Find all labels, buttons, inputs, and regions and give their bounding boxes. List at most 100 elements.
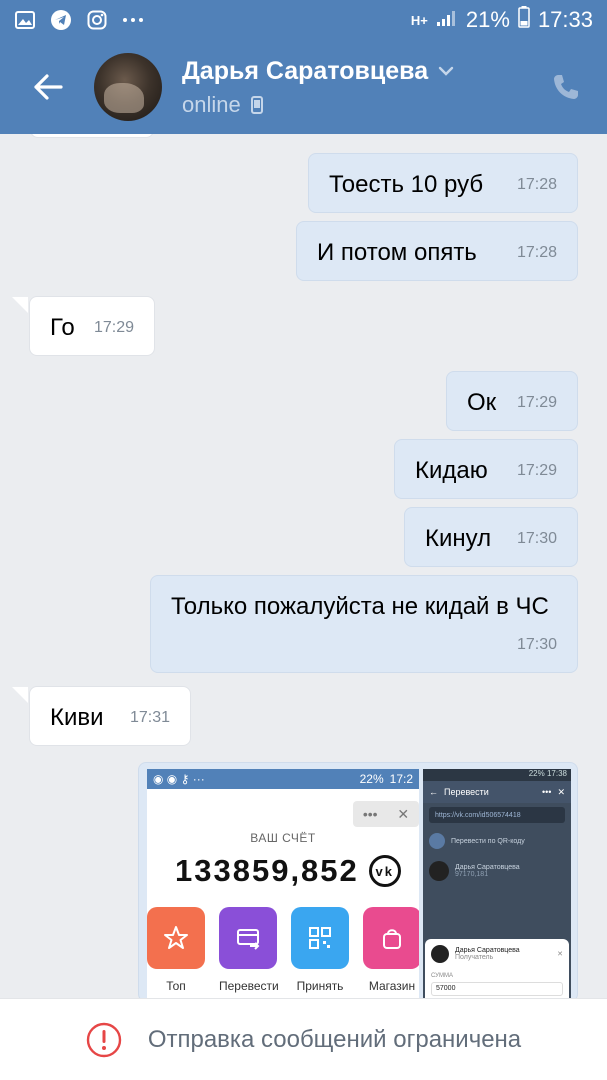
instagram-icon [86,9,108,31]
mobile-icon [250,95,263,114]
message-bubble[interactable]: Тоесть 10 руб 17:28 [308,153,578,213]
message-bubble[interactable]: Кидаю 17:29 [394,439,578,499]
inner-header: ← Перевести ••• ✕ [423,781,571,803]
tile-label: Перевести [219,979,279,993]
transfer-icon [219,907,277,969]
inner-contact-row: Дарья Саратовцева 97170,181 [423,855,571,887]
message-text: Кидаю [415,457,488,484]
balance-value: 133859,852 [175,853,359,888]
inner-popup-menu: ••• ✕ [353,801,419,827]
account-label: ВАШ СЧЁТ [250,831,316,845]
tile-label: Топ [166,979,186,993]
message-time: 17:28 [516,176,557,193]
network-type: H+ [410,12,428,28]
attachment-screenshot-1[interactable]: ◉ ◉ ⚷ ··· 22% 17:2 ••• ✕ ВАШ СЧЁТ 133859… [147,769,419,998]
tile-label: Магазин [368,979,416,993]
inner-time: 17:2 [389,772,413,786]
inner-status-bar: ◉ ◉ ⚷ ··· 22% 17:2 [147,769,419,789]
message-time: 17:29 [516,462,557,479]
qr-icon [429,833,445,849]
phone-icon [554,75,578,99]
close-icon: ✕ [557,951,563,958]
message-bubble[interactable]: И потом опять 17:28 [296,221,578,281]
more-icon: ••• [542,787,552,797]
message-text: Киви [50,704,104,731]
inner-status-bar: 22% 17:38 [423,769,571,781]
message-text: Го [50,314,75,341]
message-bubble[interactable]: Только пожалуйста не кидай в ЧС 17:30 [150,575,578,673]
inner-battery: 22% [359,772,384,786]
arrow-left-icon: ← [429,787,438,797]
inner-url: https://vk.com/id506574418 [435,811,521,819]
back-button[interactable] [16,40,80,134]
tile-receive: Принять [291,907,349,993]
battery-icon [518,6,530,34]
chat-header: Дарья Саратовцева online [0,40,607,134]
message-bubble[interactable]: Кинул 17:30 [404,507,578,567]
inner-recipient-card: Дарья Саратовцева Получатель ✕ СУММА 570… [425,939,569,998]
action-tiles: Топ Перевести Принять Магазин [147,907,419,993]
status-bar: H+ 21% 17:33 [0,0,607,40]
avatar[interactable] [94,53,162,121]
telegram-icon [50,9,72,31]
signal-icon [436,7,458,33]
bubble-tail [12,687,28,703]
arrow-left-icon [34,74,63,100]
message-text: Кинул [425,525,492,552]
more-icon: ••• [362,806,378,822]
contact-name: Дарья Саратовцева [182,56,429,85]
message-bubble[interactable]: Го 17:29 [29,296,155,356]
message-text: Тоесть 10 руб [329,171,484,198]
message-list[interactable]: Тоесть 10 руб 17:28 И потом опять 17:28 … [0,134,607,998]
inner-contact-sub: 97170,181 [455,871,489,878]
close-icon: ✕ [557,786,565,797]
more-icon [122,9,144,31]
tile-top: Топ [147,907,205,993]
clock: 17:33 [537,7,593,32]
bag-icon [363,907,419,969]
inner-url-field: https://vk.com/id506574418 [429,807,565,823]
gallery-icon [14,9,36,31]
battery-percent: 21% [465,7,510,32]
restricted-banner: Отправка сообщений ограничена [0,998,607,1080]
partial-message-bubble [30,134,154,138]
message-time: 17:29 [516,394,557,411]
inner-contact-name: Дарья Саратовцева [455,864,520,871]
message-time: 17:29 [93,319,134,336]
avatar [429,861,449,881]
qr-icon [291,907,349,969]
star-icon [147,907,205,969]
inner-sum-value: 57000 [436,985,456,992]
message-bubble[interactable]: Ок 17:29 [446,371,578,431]
close-icon: ✕ [397,805,410,822]
message-time: 17:31 [129,709,170,726]
message-time: 17:30 [516,530,557,547]
restricted-text: Отправка сообщений ограничена [147,1025,522,1053]
inner-qr-label: Перевести по QR-коду [451,837,525,845]
chevron-down-icon [438,66,454,76]
message-time: 17:30 [516,636,557,653]
attachment-screenshot-2[interactable]: 22% 17:38 ← Перевести ••• ✕ https://vk.c… [423,769,571,998]
account-balance: 133859,852 vk [175,853,401,889]
inner-status-icons: ◉ ◉ ⚷ ··· [153,772,205,786]
bubble-tail [12,297,28,313]
contact-status: online [182,91,241,117]
tile-label: Принять [296,979,344,993]
message-time: 17:28 [516,244,557,261]
warning-icon [86,1022,122,1057]
vk-logo-icon: vk [368,855,401,887]
message-text: Ок [467,389,497,416]
inner-qr-row: Перевести по QR-коду [423,827,571,855]
tile-transfer: Перевести [219,907,279,993]
avatar [431,945,449,963]
message-text: Только пожалуйста не кидай в ЧС [171,593,549,620]
message-text: И потом опять [317,239,477,266]
message-bubble[interactable]: Киви 17:31 [29,686,191,746]
image-attachment[interactable]: ◉ ◉ ⚷ ··· 22% 17:2 ••• ✕ ВАШ СЧЁТ 133859… [138,762,578,998]
inner-card-role: Получатель [455,954,494,961]
call-button[interactable] [551,72,581,102]
inner-sum-field: 57000 [431,982,563,996]
inner-sum-label: СУММА [431,973,453,979]
contact-info[interactable]: Дарья Саратовцева online [182,57,454,118]
tile-shop: Магазин [363,907,419,993]
